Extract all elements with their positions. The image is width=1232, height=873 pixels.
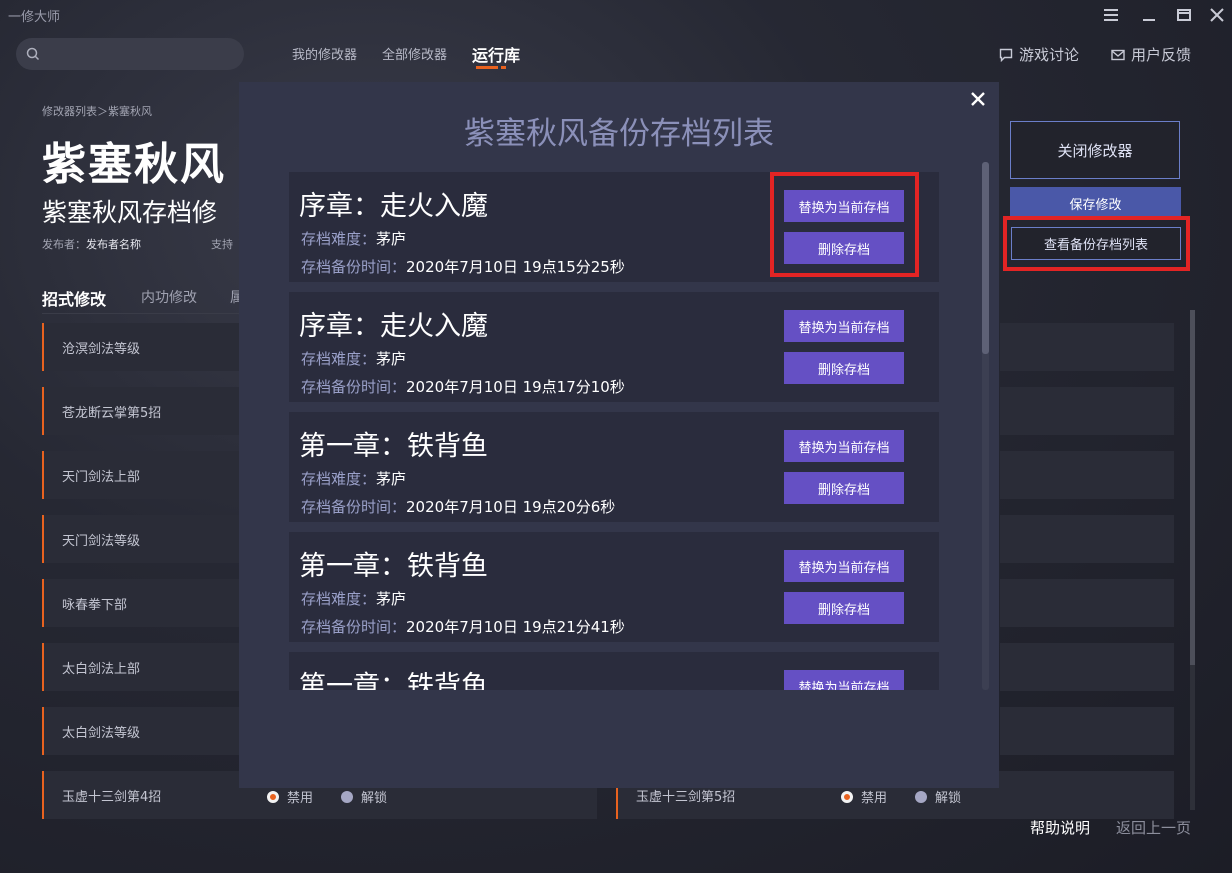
difficulty-value: 茅庐 <box>376 230 407 248</box>
replace-save-button[interactable]: 替换为当前存档 <box>784 430 904 462</box>
time-label: 存档备份时间： <box>301 618 407 636</box>
maximize-icon[interactable] <box>1171 4 1197 26</box>
disable-radio[interactable]: 禁用 <box>841 787 887 806</box>
tab-all-trainers[interactable]: 全部修改器 <box>382 44 447 63</box>
support-info: 支持 <box>211 238 233 251</box>
difficulty-label: 存档难度： <box>301 350 377 368</box>
unlock-radio-label: 解锁 <box>361 791 388 806</box>
active-tab-indicator-dot <box>501 66 506 69</box>
game-title: 紫塞秋风 <box>42 139 226 190</box>
modal-scrollbar-thumb[interactable] <box>982 162 989 354</box>
backup-time: 存档备份时间：2020年7月10日 19点15分25秒 <box>301 256 625 277</box>
difficulty-label: 存档难度： <box>301 470 377 488</box>
search-box[interactable] <box>16 38 244 70</box>
backup-chapter: 序章：走火入魔 <box>299 191 488 222</box>
publisher-name: 发布者名称 <box>86 238 141 251</box>
backup-difficulty: 存档难度：茅庐 <box>301 468 406 489</box>
backup-card: 第一章：铁背鱼 替换为当前存档 <box>289 652 939 690</box>
backup-chapter: 第一章：铁背鱼 <box>299 671 488 690</box>
search-input[interactable] <box>46 46 226 62</box>
time-label: 存档备份时间： <box>301 378 407 396</box>
backup-time: 存档备份时间：2020年7月10日 19点17分10秒 <box>301 376 625 397</box>
disable-radio-label: 禁用 <box>861 791 888 806</box>
difficulty-label: 存档难度： <box>301 230 377 248</box>
backup-difficulty: 存档难度：茅庐 <box>301 588 406 609</box>
difficulty-value: 茅庐 <box>376 590 407 608</box>
radio-unchecked-icon <box>915 790 927 803</box>
delete-save-button[interactable]: 删除存档 <box>784 352 904 384</box>
unlock-radio-label: 解锁 <box>935 791 962 806</box>
radio-unchecked-icon <box>341 790 353 803</box>
time-label: 存档备份时间： <box>301 258 407 276</box>
backup-difficulty: 存档难度：茅庐 <box>301 348 406 369</box>
publisher-info: 发布者：发布者名称 <box>42 236 141 252</box>
difficulty-value: 茅庐 <box>376 350 407 368</box>
time-value: 2020年7月10日 19点15分25秒 <box>406 258 625 276</box>
close-window-icon[interactable] <box>1204 4 1230 26</box>
subtab-internal[interactable]: 内功修改 <box>141 287 197 307</box>
disable-radio-label: 禁用 <box>287 791 314 806</box>
disable-radio[interactable]: 禁用 <box>267 787 313 806</box>
backup-card: 序章：走火入魔 存档难度：茅庐 存档备份时间：2020年7月10日 19点17分… <box>289 292 939 402</box>
replace-save-button[interactable]: 替换为当前存档 <box>784 310 904 342</box>
delete-save-button[interactable]: 删除存档 <box>784 592 904 624</box>
user-feedback-label: 用户反馈 <box>1131 46 1192 64</box>
minimize-icon[interactable] <box>1136 4 1162 26</box>
game-subtitle: 紫塞秋风存档修 <box>42 198 218 227</box>
cheat-row-right <box>1000 451 1174 499</box>
back-link[interactable]: 返回上一页 <box>1116 817 1191 838</box>
breadcrumb[interactable]: 修改器列表＞紫塞秋风 <box>42 103 152 119</box>
radio-checked-icon <box>841 790 853 803</box>
cheat-row-right <box>1000 707 1174 755</box>
game-discussion-label: 游戏讨论 <box>1019 46 1080 64</box>
backup-chapter: 第一章：铁背鱼 <box>299 431 488 462</box>
time-value: 2020年7月10日 19点17分10秒 <box>406 378 625 396</box>
backup-time: 存档备份时间：2020年7月10日 19点20分6秒 <box>301 496 615 517</box>
cheat-row-right <box>1000 643 1174 691</box>
time-value: 2020年7月10日 19点21分41秒 <box>406 618 625 636</box>
replace-save-button[interactable]: 替换为当前存档 <box>784 550 904 582</box>
user-feedback-link[interactable]: 用户反馈 <box>1111 44 1191 65</box>
replace-save-button[interactable]: 替换为当前存档 <box>784 670 904 690</box>
game-discussion-link[interactable]: 游戏讨论 <box>999 44 1079 65</box>
radio-checked-icon <box>267 790 279 803</box>
help-link[interactable]: 帮助说明 <box>1030 817 1090 838</box>
highlight-box <box>1003 216 1190 271</box>
unlock-radio[interactable]: 解锁 <box>341 787 387 806</box>
page-scrollbar-thumb[interactable] <box>1190 310 1195 665</box>
unlock-radio[interactable]: 解锁 <box>915 787 961 806</box>
active-tab-indicator <box>476 66 498 69</box>
app-title: 一修大师 <box>8 10 61 25</box>
save-changes-button[interactable]: 保存修改 <box>1010 187 1181 219</box>
time-value: 2020年7月10日 19点20分6秒 <box>406 498 616 516</box>
close-trainer-button[interactable]: 关闭修改器 <box>1010 121 1180 179</box>
highlight-box <box>770 172 919 277</box>
cheat-row-right <box>1000 323 1174 371</box>
publisher-label: 发布者： <box>42 238 86 251</box>
backup-chapter: 第一章：铁背鱼 <box>299 551 488 582</box>
cheat-row-right <box>1000 515 1174 563</box>
cheat-row-right <box>1000 387 1174 435</box>
backup-chapter: 序章：走火入魔 <box>299 311 488 342</box>
backup-card: 第一章：铁背鱼 存档难度：茅庐 存档备份时间：2020年7月10日 19点20分… <box>289 412 939 522</box>
subtab-moves[interactable]: 招式修改 <box>42 286 106 310</box>
delete-save-button[interactable]: 删除存档 <box>784 472 904 504</box>
search-icon <box>26 47 40 61</box>
menu-icon[interactable] <box>1098 4 1124 26</box>
close-icon[interactable] <box>967 88 989 110</box>
cheat-row-right <box>1000 579 1174 627</box>
chat-icon <box>999 48 1013 62</box>
tab-my-trainers[interactable]: 我的修改器 <box>292 44 357 63</box>
tab-runtime[interactable]: 运行库 <box>472 42 520 66</box>
difficulty-value: 茅庐 <box>376 470 407 488</box>
backup-difficulty: 存档难度：茅庐 <box>301 228 406 249</box>
difficulty-label: 存档难度： <box>301 590 377 608</box>
backup-card: 第一章：铁背鱼 存档难度：茅庐 存档备份时间：2020年7月10日 19点21分… <box>289 532 939 642</box>
modal-title: 紫塞秋风备份存档列表 <box>464 116 774 152</box>
backup-time: 存档备份时间：2020年7月10日 19点21分41秒 <box>301 616 625 637</box>
mail-icon <box>1111 49 1125 60</box>
time-label: 存档备份时间： <box>301 498 407 516</box>
